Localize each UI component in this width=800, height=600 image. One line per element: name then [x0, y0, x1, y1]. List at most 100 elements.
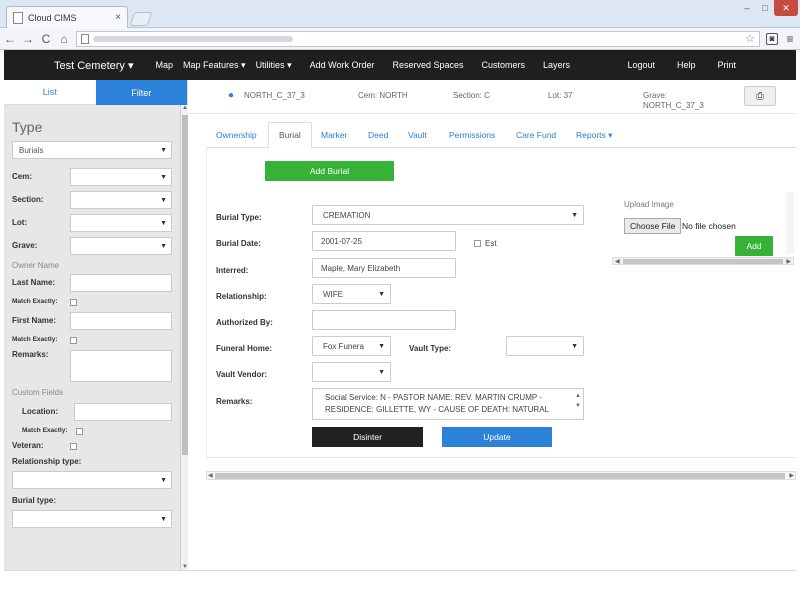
lot-select[interactable]: ▼: [70, 214, 172, 232]
match-exactly-location-checkbox[interactable]: [76, 427, 83, 435]
burial-date-input[interactable]: 2001-07-25: [312, 231, 456, 251]
veteran-label: Veteran:: [12, 441, 44, 450]
main-hscroll-thumb[interactable]: [215, 473, 785, 479]
burial-type-label: Burial Type:: [216, 213, 262, 222]
match-exactly-last-checkbox[interactable]: [70, 298, 77, 306]
forward-arrow-icon[interactable]: →: [22, 32, 34, 46]
cem-select[interactable]: ▼: [70, 168, 172, 186]
address-bar[interactable]: ☆: [76, 30, 760, 47]
nav-map-features[interactable]: Map Features ▾: [183, 60, 246, 71]
star-icon[interactable]: ☆: [745, 32, 755, 45]
nav-logout[interactable]: Logout: [627, 60, 655, 70]
header-lot: Lot: 37: [548, 91, 573, 100]
scroll-left-icon[interactable]: ◀: [615, 258, 620, 265]
interred-input[interactable]: Maple, Mary Elizabeth: [312, 258, 456, 278]
location-input[interactable]: [74, 403, 172, 421]
nav-map[interactable]: Map: [156, 60, 174, 70]
filter-sidebar: List Filter Type Burials ▼ Cem: ▼ Sectio…: [4, 80, 188, 570]
no-file-chosen-text: No file chosen: [682, 221, 736, 231]
veteran-checkbox[interactable]: [70, 442, 77, 450]
cemetery-selector[interactable]: Test Cemetery ▾: [54, 59, 134, 72]
first-name-label: First Name:: [12, 316, 57, 325]
last-name-input[interactable]: [70, 274, 172, 292]
upload-panel-scrollbar[interactable]: [786, 192, 794, 254]
first-name-input[interactable]: [70, 312, 172, 330]
close-tab-icon[interactable]: ×: [115, 12, 121, 23]
menu-icon[interactable]: ≡: [784, 32, 796, 46]
type-select[interactable]: Burials ▼: [12, 141, 172, 159]
burial-type-filter-label: Burial type:: [12, 496, 57, 505]
update-button[interactable]: Update: [442, 427, 552, 447]
nav-layers[interactable]: Layers: [543, 60, 570, 70]
home-icon[interactable]: ⌂: [58, 32, 70, 46]
tab-reports[interactable]: Reports ▾: [566, 122, 622, 148]
remarks-textarea[interactable]: Social Service: N - PASTOR NAME: REV. MA…: [312, 388, 584, 420]
funeral-home-select[interactable]: Fox Funera ▼: [312, 336, 391, 356]
caret-down-icon: ▼: [160, 515, 167, 523]
remarks-label: Remarks:: [12, 350, 49, 359]
remarks-label: Remarks:: [216, 397, 253, 406]
interred-label: Interred:: [216, 266, 249, 275]
browser-tab[interactable]: Cloud CIMS ×: [6, 6, 128, 28]
vault-vendor-select[interactable]: ▼: [312, 362, 391, 382]
back-arrow-icon[interactable]: ←: [4, 32, 16, 46]
vault-type-select[interactable]: ▼: [506, 336, 584, 356]
authorized-by-input[interactable]: [312, 310, 456, 330]
scroll-right-icon[interactable]: ▶: [789, 472, 794, 479]
tab-permissions[interactable]: Permissions: [439, 122, 505, 148]
sidebar-tabs: List Filter: [4, 80, 187, 105]
tab-filter[interactable]: Filter: [95, 80, 187, 105]
match-exactly-label: Match Exactly:: [12, 336, 58, 343]
sidebar-scrollbar[interactable]: ▲ ▼: [180, 105, 188, 570]
grave-select[interactable]: ▼: [70, 237, 172, 255]
minimize-icon[interactable]: –: [738, 0, 756, 16]
remarks-scrollbar[interactable]: ▲ ▼: [575, 391, 581, 411]
maximize-icon[interactable]: □: [756, 0, 774, 16]
match-exactly-first-checkbox[interactable]: [70, 336, 77, 344]
map-pin-icon[interactable]: ●: [228, 90, 234, 101]
extension-icon[interactable]: ◙: [766, 32, 778, 45]
new-tab-button[interactable]: [129, 12, 153, 26]
type-heading: Type: [12, 119, 43, 135]
nav-print[interactable]: Print: [717, 60, 736, 70]
caret-down-icon: ▼: [378, 342, 385, 350]
nav-customers[interactable]: Customers: [482, 60, 526, 70]
caret-down-icon: ▼: [160, 476, 167, 484]
browser-toolbar: ← → C ⌂ ☆ ◙ ≡: [0, 28, 800, 50]
remarks-textarea[interactable]: [70, 350, 172, 382]
tab-list[interactable]: List: [4, 80, 96, 105]
scroll-left-icon[interactable]: ◀: [208, 472, 213, 479]
main-hscrollbar[interactable]: ◀ ▶: [206, 471, 796, 480]
match-exactly-label: Match Exactly:: [22, 427, 68, 434]
add-burial-button[interactable]: Add Burial: [265, 161, 394, 181]
nav-utilities[interactable]: Utilities ▾: [256, 60, 292, 71]
section-select[interactable]: ▼: [70, 191, 172, 209]
remarks-value: Social Service: N - PASTOR NAME: REV. MA…: [325, 393, 550, 414]
relationship-select[interactable]: WIFE ▼: [312, 284, 391, 304]
est-checkbox[interactable]: [474, 240, 481, 247]
add-image-button[interactable]: Add: [735, 236, 773, 256]
scroll-right-icon[interactable]: ▶: [786, 258, 791, 265]
upload-hscroll-thumb[interactable]: [623, 259, 783, 264]
tab-deed[interactable]: Deed: [358, 122, 398, 148]
reload-icon[interactable]: C: [40, 32, 52, 46]
tab-ownership[interactable]: Ownership: [206, 122, 267, 148]
print-button[interactable]: ⎙: [744, 86, 776, 106]
upload-hscrollbar[interactable]: ◀ ▶: [612, 257, 794, 265]
relationship-type-select[interactable]: ▼: [12, 471, 172, 489]
nav-reserved-spaces[interactable]: Reserved Spaces: [392, 60, 463, 70]
nav-add-work-order[interactable]: Add Work Order: [310, 60, 375, 70]
choose-file-button[interactable]: Choose File: [624, 218, 682, 234]
tab-burial[interactable]: Burial: [268, 122, 312, 148]
close-window-icon[interactable]: ✕: [774, 0, 798, 16]
nav-help[interactable]: Help: [677, 60, 696, 70]
scroll-thumb[interactable]: [182, 115, 188, 455]
tab-marker[interactable]: Marker: [311, 122, 357, 148]
owner-name-heading: Owner Name: [12, 261, 60, 270]
tab-care-fund[interactable]: Care Fund: [506, 122, 566, 148]
caret-down-icon: ▼: [571, 342, 578, 350]
burial-type-filter-select[interactable]: ▼: [12, 510, 172, 528]
burial-type-select[interactable]: CREMATION ▼: [312, 205, 584, 225]
disinter-button[interactable]: Disinter: [312, 427, 423, 447]
tab-vault[interactable]: Vault: [398, 122, 437, 148]
